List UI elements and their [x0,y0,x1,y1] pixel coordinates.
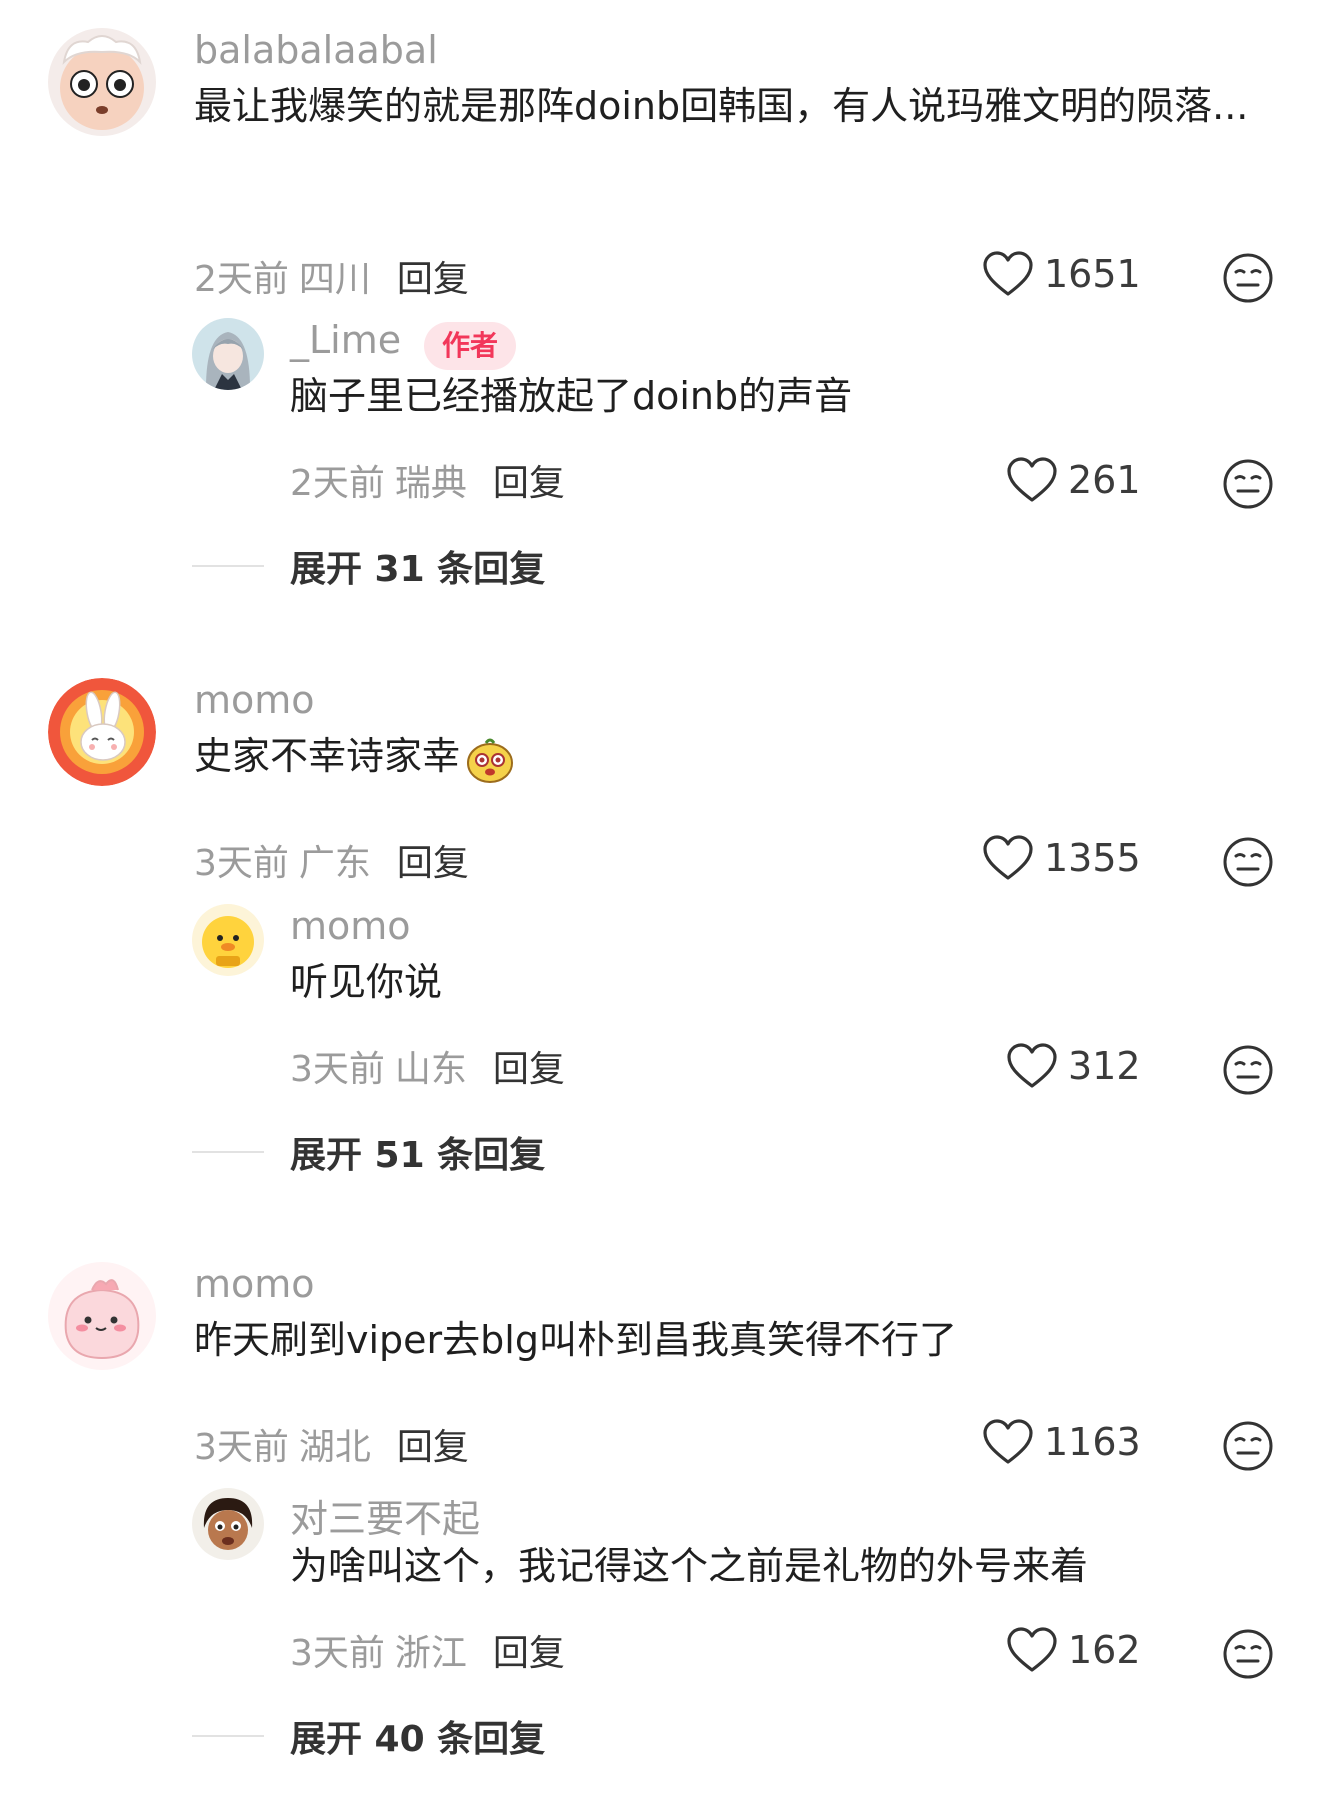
reply-time: 3天前 [290,1049,385,1090]
divider-line [192,1151,264,1153]
like-count: 1355 [1044,836,1141,880]
reaction-face-icon[interactable] [1222,252,1274,304]
reply-location: 浙江 [394,1633,467,1674]
reply-button[interactable]: 回复 [493,463,565,504]
divider-line [192,1735,264,1737]
expand-replies-button[interactable]: 展开 40 条回复 [192,1710,792,1760]
like-control[interactable]: 1163 [982,1418,1141,1466]
like-count: 1163 [1044,1420,1141,1464]
comment-text: 昨天刷到viper去blg叫朴到昌我真笑得不行了 [194,1318,957,1362]
like-count: 312 [1068,1044,1141,1088]
comment-username[interactable]: momo [194,678,315,722]
comment-item: balabalaabal 最让我爆笑的就是那阵doinb回韩国，有人说玛雅文明的… [0,28,1320,303]
like-control[interactable]: 1651 [982,250,1141,298]
like-count: 1651 [1044,252,1141,296]
expand-replies-button[interactable]: 展开 51 条回复 [192,1126,792,1176]
like-control[interactable]: 261 [1006,456,1141,504]
reaction-face-icon[interactable] [1222,1044,1274,1096]
comment-time: 3天前 [194,1427,289,1468]
comment-location: 四川 [298,259,371,300]
divider-line [192,565,264,567]
face-emoji-icon [467,738,514,783]
reply-item: momo 听见你说 3天前 山东 回复 312 [0,904,1320,1095]
like-control[interactable]: 162 [1006,1626,1141,1674]
reply-item: 对三要不起 为啥叫这个，我记得这个之前是礼物的外号来着 3天前 浙江 回复 162 [0,1488,1320,1679]
reaction-face-icon[interactable] [1222,836,1274,888]
expand-replies-label: 展开 51 条回复 [290,1135,546,1176]
expand-replies-label: 展开 40 条回复 [290,1719,546,1760]
like-control[interactable]: 312 [1006,1042,1141,1090]
comment-username[interactable]: momo [194,1262,315,1306]
heart-icon[interactable] [982,250,1034,298]
reply-text: 脑子里已经播放起了doinb的声音 [290,374,853,418]
heart-icon[interactable] [1006,456,1058,504]
comment-item: momo 史家不幸诗家幸 3天前 广东 回复 1355 [0,678,1320,887]
comment-meta: 3天前 湖北 回复 [194,1418,469,1470]
anime-girl-avatar[interactable] [192,318,264,390]
reply-text: 为啥叫这个，我记得这个之前是礼物的外号来着 [290,1544,1089,1588]
comment-time: 2天前 [194,259,289,300]
reply-meta: 3天前 山东 回复 [290,1040,565,1092]
reply-button[interactable]: 回复 [397,1427,469,1468]
cartoon-man-avatar[interactable] [192,1488,264,1560]
heart-icon[interactable] [982,1418,1034,1466]
reply-button[interactable]: 回复 [397,843,469,884]
reaction-face-icon[interactable] [1222,1628,1274,1680]
comment-meta: 2天前 四川 回复 [194,250,469,302]
reply-location: 山东 [394,1049,467,1090]
comment-text: 最让我爆笑的就是那阵doinb回韩国，有人说玛雅文明的陨落... [194,84,1249,128]
reaction-face-icon[interactable] [1222,458,1274,510]
reply-username[interactable]: _Lime [290,318,401,362]
reply-item: _Lime 作者 脑子里已经播放起了doinb的声音 2天前 瑞典 回复 261 [0,318,1320,509]
reply-button[interactable]: 回复 [493,1049,565,1090]
like-control[interactable]: 1355 [982,834,1141,882]
comment-text: 史家不幸诗家幸 [194,722,1294,790]
comment-location: 广东 [298,843,371,884]
reply-meta: 2天前 瑞典 回复 [290,454,565,506]
heart-icon[interactable] [1006,1626,1058,1674]
sheep-face-avatar[interactable] [48,28,156,136]
reply-text: 听见你说 [290,960,443,1004]
yellow-duck-avatar[interactable] [192,904,264,976]
reply-time: 3天前 [290,1633,385,1674]
reply-button[interactable]: 回复 [493,1633,565,1674]
comment-meta: 3天前 广东 回复 [194,834,469,886]
reply-time: 2天前 [290,463,385,504]
like-count: 261 [1068,458,1141,502]
comment-time: 3天前 [194,843,289,884]
comment-username[interactable]: balabalaabal [194,28,438,72]
comment-item: momo 昨天刷到viper去blg叫朴到昌我真笑得不行了 3天前 湖北 回复 11… [0,1262,1320,1471]
reply-button[interactable]: 回复 [397,259,469,300]
comment-text-content: 史家不幸诗家幸 [194,734,461,778]
bunny-sun-avatar[interactable] [48,678,156,786]
expand-replies-button[interactable]: 展开 31 条回复 [192,540,792,590]
comment-location: 湖北 [298,1427,371,1468]
pink-blob-avatar[interactable] [48,1262,156,1370]
like-count: 162 [1068,1628,1141,1672]
expand-replies-label: 展开 31 条回复 [290,549,546,590]
reply-location: 瑞典 [394,463,467,504]
heart-icon[interactable] [1006,1042,1058,1090]
heart-icon[interactable] [982,834,1034,882]
reaction-face-icon[interactable] [1222,1420,1274,1472]
reply-username[interactable]: momo [290,904,411,948]
reply-meta: 3天前 浙江 回复 [290,1624,565,1676]
